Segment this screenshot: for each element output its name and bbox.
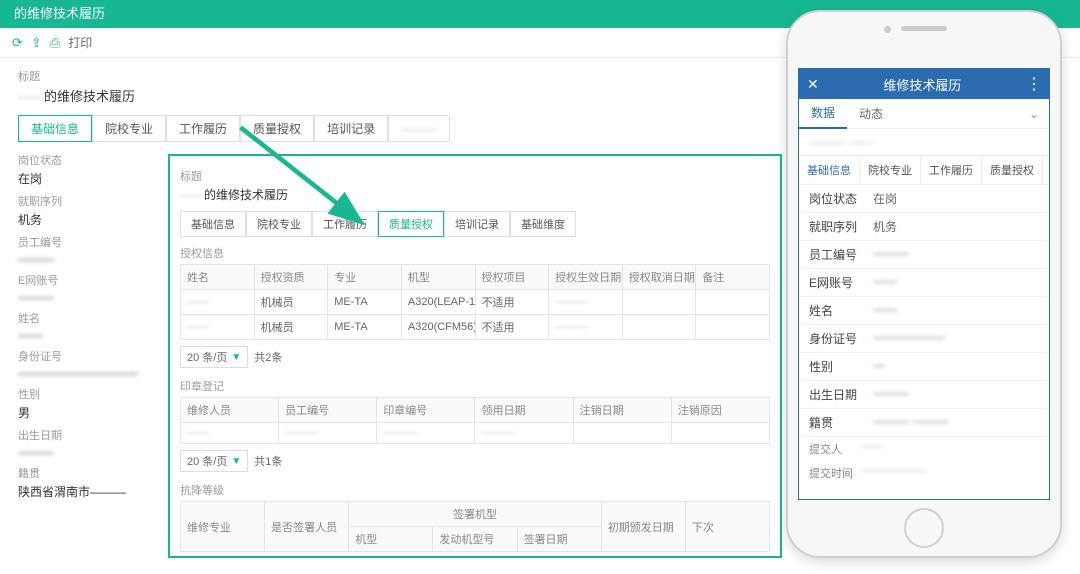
speaker-slot [901,26,947,31]
tab-basic[interactable]: 基础信息 [180,211,246,237]
tab-school[interactable]: 院校专业 [92,115,166,142]
chevron-down-icon: ▼ [231,352,241,363]
overlay-tabset: 基础信息 院校专业 工作履历 质量授权 培训记录 基础维度 [180,211,770,237]
subtab-work[interactable]: 工作履历 [921,156,982,184]
th-eff: 授权生效日期 [549,265,623,290]
table-row[interactable]: —— 机械员 ME-TA A320(LEAP-1A) 不适用 ——— [181,290,770,315]
subtab-school[interactable]: 院校专业 [860,156,921,184]
overlay-panel: 标题 ——的维修技术履历 基础信息 院校专业 工作履历 质量授权 培训记录 基础… [168,154,782,558]
th: 维修专业 [181,502,265,552]
phone-tabs: 数据 动态 ⌄ [799,99,1049,129]
phone-header: ✕ 维修技术履历 ⋮ [799,69,1049,99]
pager-total: 共2条 [254,349,282,365]
more-icon[interactable]: ⋮ [1026,74,1041,94]
list-item[interactable]: 性别— [799,353,1049,381]
list-item[interactable]: 员工编号——— [799,241,1049,269]
footer-value: —————— [861,465,927,481]
auth-block-label: 授权信息 [180,245,770,261]
page-title: ——的维修技术履历 [8,84,766,115]
th: 签署日期 [517,527,601,552]
anti-block-label: 抗降等级 [180,482,770,498]
tab-training[interactable]: 培训记录 [444,211,510,237]
th: 机型 [349,527,433,552]
th: 员工编号 [279,398,377,423]
th-qual: 授权资质 [254,265,328,290]
list-item[interactable]: 出生日期——— [799,381,1049,409]
print-icon[interactable]: ⎙ [50,28,60,58]
anti-table: 维修专业 是否签署人员 签署机型 初期颁发日期 下次 机型 发动机型号 签署日期 [180,501,770,552]
tab-training[interactable]: 培训记录 [314,115,388,142]
page-size-select[interactable]: 20 条/页 ▼ [180,346,248,368]
phone-mockup: ✕ 维修技术履历 ⋮ 数据 动态 ⌄ ——— —— 基础信息 院校专业 工作履历… [786,10,1062,558]
th: 维修人员 [181,398,279,423]
page-title: ——的维修技术履历 [180,186,770,203]
subtab-basic[interactable]: 基础信息 [799,156,860,184]
footer-label: 提交人 [809,441,861,457]
list-item[interactable]: 身份证号—————— [799,325,1049,353]
chevron-down-icon[interactable]: ⌄ [1019,107,1049,121]
phone-tab-dynamic[interactable]: 动态 [847,99,895,129]
phone-title: 维修技术履历 [883,75,961,94]
th-item: 授权项目 [475,265,549,290]
footer-value: —— [861,441,883,457]
share-icon[interactable]: ⇪ [31,28,42,58]
phone-name-line: ——— —— [799,129,1049,156]
tab-quality[interactable]: 质量授权 [378,211,444,237]
list-item[interactable]: 就职序列机务 [799,213,1049,241]
window-title: 的维修技术履历 [14,6,105,21]
phone-footer: 提交人—— 提交时间—————— [799,437,1049,485]
stamp-pager: 20 条/页 ▼ 共1条 [180,450,770,472]
list-item[interactable]: E网账号—— [799,269,1049,297]
th-name: 姓名 [181,265,255,290]
th: 注销日期 [573,398,671,423]
phone-subtabs: 基础信息 院校专业 工作履历 质量授权 培 [799,156,1049,185]
tab-base-dim[interactable]: 基础维度 [510,211,576,237]
list-item[interactable]: 姓名—— [799,297,1049,325]
th: 初期颁发日期 [601,502,685,552]
th: 印章编号 [377,398,475,423]
close-icon[interactable]: ✕ [807,76,819,93]
stamp-table: 维修人员 员工编号 印章编号 领用日期 注销日期 注销原因 —— ——— ———… [180,397,770,444]
tab-extra[interactable]: ——— [388,115,450,142]
home-button[interactable] [904,508,944,548]
phone-tab-data[interactable]: 数据 [799,99,847,129]
subtab-quality[interactable]: 质量授权 [982,156,1043,184]
tabset: 基础信息 院校专业 工作履历 质量授权 培训记录 ——— [8,115,766,152]
th: 下次 [685,502,769,552]
pager-total: 共1条 [254,453,282,469]
subtab-training[interactable]: 培 [1043,156,1050,184]
th-model: 机型 [401,265,475,290]
th-cancel: 授权取消日期 [622,265,696,290]
auth-pager: 20 条/页 ▼ 共2条 [180,346,770,368]
list-item[interactable]: 籍贯——— ——— [799,409,1049,437]
table-row[interactable]: —— 机械员 ME-TA A320(CFM56) 不适用 ——— [181,315,770,340]
print-label[interactable]: 打印 [68,28,92,58]
auth-table: 姓名 授权资质 专业 机型 授权项目 授权生效日期 授权取消日期 备注 —— 机… [180,264,770,340]
tab-basic[interactable]: 基础信息 [18,115,92,142]
th: 发动机型号 [433,527,517,552]
phone-info-list: 岗位状态在岗 就职序列机务 员工编号——— E网账号—— 姓名—— 身份证号——… [799,185,1049,437]
tab-work[interactable]: 工作履历 [312,211,378,237]
footer-label: 提交时间 [809,465,861,481]
table-row[interactable]: —— ——— ——— ——— [181,423,770,444]
stamp-block-label: 印章登记 [180,378,770,394]
th: 签署机型 [349,502,601,527]
tab-quality[interactable]: 质量授权 [240,115,314,142]
chevron-down-icon: ▼ [231,456,241,467]
th: 是否签署人员 [265,502,349,552]
th: 领用日期 [475,398,573,423]
section-label: 标题 [8,64,766,84]
page-size-select[interactable]: 20 条/页 ▼ [180,450,248,472]
section-label: 标题 [180,168,770,184]
refresh-icon[interactable]: ⟳ [12,28,23,58]
th: 注销原因 [671,398,769,423]
list-item[interactable]: 岗位状态在岗 [799,185,1049,213]
tab-work[interactable]: 工作履历 [166,115,240,142]
th-remark: 备注 [696,265,770,290]
th-major: 专业 [328,265,402,290]
camera-dot [884,26,891,33]
tab-school[interactable]: 院校专业 [246,211,312,237]
phone-screen: ✕ 维修技术履历 ⋮ 数据 动态 ⌄ ——— —— 基础信息 院校专业 工作履历… [798,68,1050,500]
